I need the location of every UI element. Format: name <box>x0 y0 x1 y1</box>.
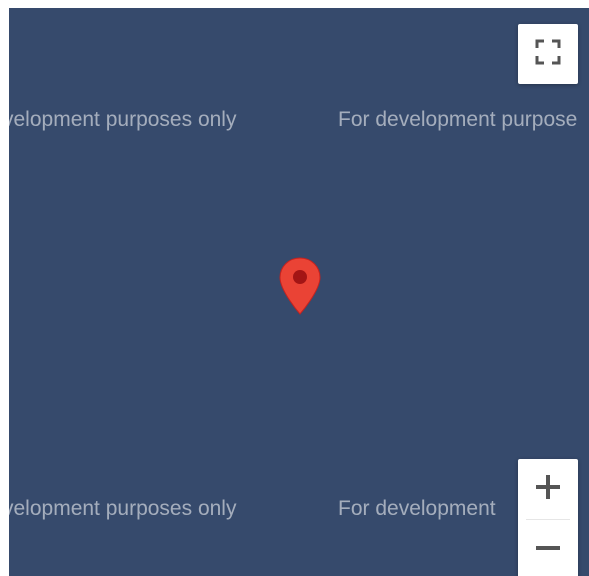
zoom-in-button[interactable] <box>518 459 578 519</box>
fullscreen-button[interactable] <box>518 24 578 84</box>
map-canvas[interactable]: velopment purposes only For development … <box>9 8 589 576</box>
plus-icon <box>536 474 560 504</box>
dev-watermark: For development <box>338 497 496 520</box>
minus-icon <box>536 536 560 565</box>
dev-watermark: For development purpose <box>338 108 578 131</box>
map-pin-icon[interactable] <box>279 257 321 315</box>
zoom-control <box>518 459 578 576</box>
dev-watermark: velopment purposes only <box>9 108 237 131</box>
dev-watermark: velopment purposes only <box>9 497 237 520</box>
fullscreen-icon <box>535 39 561 70</box>
zoom-out-button[interactable] <box>518 520 578 576</box>
